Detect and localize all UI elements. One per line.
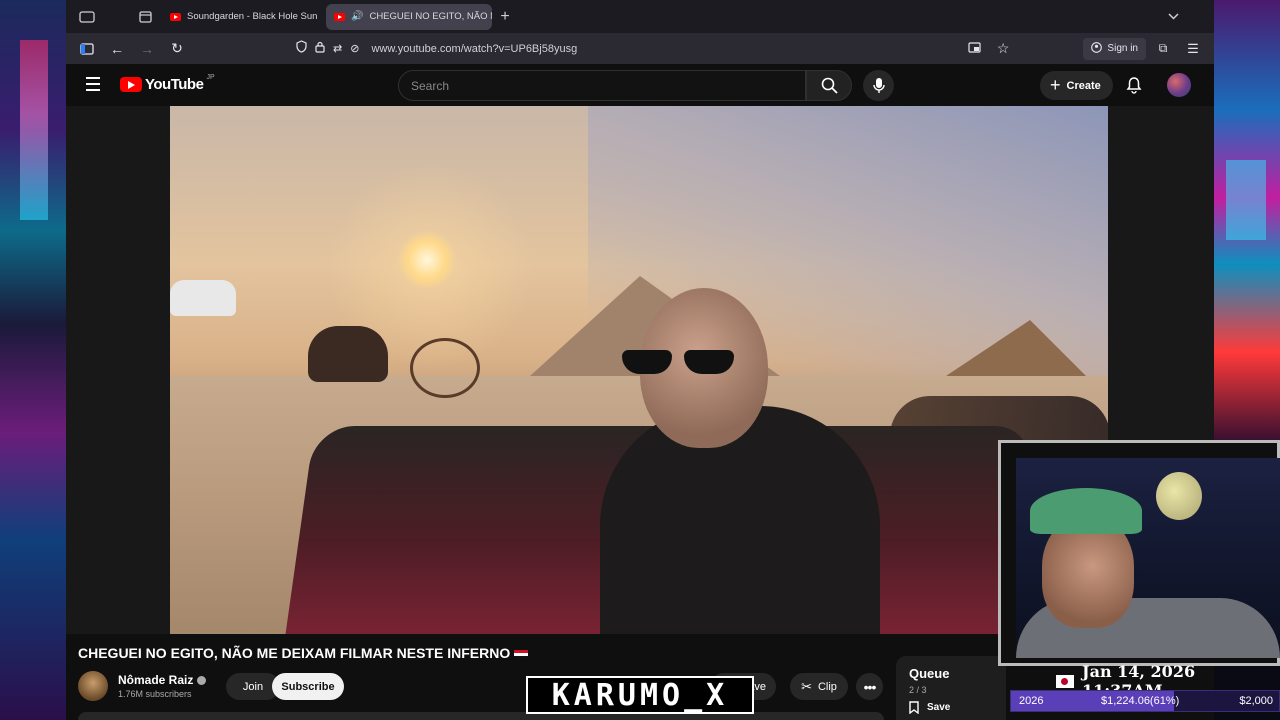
sidebar-toggle-icon[interactable] [74, 37, 100, 61]
create-label: Create [1066, 79, 1101, 92]
speaker-icon[interactable]: 🔊 [351, 11, 363, 22]
moon-decoration [1156, 472, 1202, 520]
plus-icon: + [1050, 75, 1061, 95]
video-sun [398, 231, 456, 289]
tab-bar: Soundgarden - Black Hole Sun ✕ 🔊 CHEGUEI… [66, 0, 1214, 33]
tab-soundgarden[interactable]: Soundgarden - Black Hole Sun ✕ [162, 4, 322, 30]
queue-count: 2 / 3 [909, 685, 927, 695]
channel-name-text: Nômade Raiz [118, 673, 194, 687]
sign-in-button[interactable]: Sign in [1083, 37, 1146, 60]
queue-panel: Queue 2 / 3 Save [896, 656, 1006, 720]
youtube-favicon-icon [334, 12, 345, 21]
logo-text: YouTube [145, 76, 204, 93]
video-sunglasses [622, 350, 752, 376]
back-icon[interactable]: ← [104, 37, 130, 61]
sign-in-label: Sign in [1107, 43, 1138, 54]
screen: Soundgarden - Black Hole Sun ✕ 🔊 CHEGUEI… [0, 0, 1280, 720]
lock-icon[interactable] [315, 40, 325, 58]
video-player[interactable] [170, 106, 1108, 634]
address-bar[interactable]: ⇄ ⊘ www.youtube.com/watch?v=UP6Bj58yusg … [288, 36, 1009, 62]
notifications-bell-icon[interactable] [1124, 75, 1144, 95]
camera-blocked-icon[interactable]: ⊘ [350, 42, 359, 55]
youtube-header: YouTube JP Search + Create [66, 64, 1214, 106]
url-text[interactable]: www.youtube.com/watch?v=UP6Bj58yusg [371, 43, 577, 55]
queue-save-label: Save [927, 702, 951, 713]
egypt-flag-icon [514, 649, 529, 659]
picture-in-picture-icon[interactable] [968, 40, 981, 58]
video-title: CHEGUEI NO EGITO, NÃO ME DEIXAM FILMAR N… [78, 645, 529, 661]
youtube-favicon-icon [170, 12, 181, 21]
background-neon-left [0, 0, 66, 720]
subscribe-button[interactable]: Subscribe [272, 673, 344, 700]
goal-start-label: 2026 [1019, 695, 1044, 707]
background-neon-right [1214, 0, 1280, 440]
goal-target-label: $2,000 [1239, 695, 1273, 707]
search-icon [821, 77, 838, 94]
subscriber-count: 1.76M subscribers [118, 689, 192, 699]
video-horse [308, 326, 388, 382]
donation-goal-bar: 2026 $1,224.06(61%) $2,000 [1010, 690, 1280, 712]
tab-label: Soundgarden - Black Hole Sun [187, 11, 318, 22]
new-tab-icon[interactable]: + [492, 6, 518, 28]
channel-name[interactable]: Nômade Raiz [118, 673, 207, 687]
youtube-logo[interactable]: YouTube JP [120, 74, 215, 93]
forward-icon[interactable]: → [134, 37, 160, 61]
account-icon [1091, 41, 1103, 56]
voice-search-button[interactable] [863, 70, 894, 101]
tab-cheguei-no-egito[interactable]: 🔊 CHEGUEI NO EGITO, NÃO M ✕ [326, 3, 492, 30]
tab-list-icon[interactable] [132, 6, 158, 28]
video-man-body [600, 406, 880, 634]
streamer-watermark: KARUMO_X [526, 676, 754, 714]
more-actions-icon[interactable]: ••• [856, 673, 883, 700]
hamburger-menu-icon[interactable] [86, 77, 100, 95]
video-car [170, 280, 236, 316]
clip-button[interactable]: ✂ Clip [790, 673, 848, 700]
verified-icon [197, 675, 207, 685]
video-title-text: CHEGUEI NO EGITO, NÃO ME DEIXAM FILMAR N… [78, 645, 511, 661]
microphone-icon [872, 78, 885, 93]
bookmark-star-icon[interactable]: ☆ [997, 40, 1010, 57]
clip-label: Clip [817, 680, 837, 693]
search-button[interactable] [806, 70, 852, 101]
bookmark-icon [909, 701, 919, 714]
scissors-icon: ✂ [801, 678, 812, 694]
tab-label: CHEGUEI NO EGITO, NÃO M [369, 11, 492, 22]
search-input[interactable]: Search [398, 70, 806, 101]
goal-current-label: $1,224.06(61%) [1101, 695, 1180, 707]
tab-overview-icon[interactable] [74, 6, 100, 28]
video-cart-wheel [410, 338, 480, 398]
queue-title: Queue [909, 666, 950, 681]
logo-region: JP [206, 74, 215, 81]
channel-avatar[interactable] [78, 671, 108, 701]
webcam-feed [1016, 458, 1280, 658]
webcam-person-cap [1030, 488, 1142, 534]
description-box[interactable] [78, 712, 884, 720]
permissions-icon[interactable]: ⇄ [333, 42, 342, 55]
user-avatar[interactable] [1167, 73, 1191, 97]
shield-icon[interactable] [296, 39, 307, 58]
navigation-bar: ← → ↻ ⇄ ⊘ www.youtube.com/watch?v=UP6Bj5… [66, 33, 1214, 64]
youtube-play-logo-icon [120, 77, 142, 92]
create-button[interactable]: + Create [1040, 71, 1113, 100]
chevron-down-icon[interactable] [1160, 6, 1186, 28]
reload-icon[interactable]: ↻ [164, 37, 190, 61]
queue-save-button[interactable]: Save [909, 701, 993, 714]
japan-flag-icon [1056, 674, 1074, 688]
extensions-icon[interactable]: ⧉ [1150, 37, 1176, 61]
menu-icon[interactable]: ☰ [1180, 37, 1206, 61]
